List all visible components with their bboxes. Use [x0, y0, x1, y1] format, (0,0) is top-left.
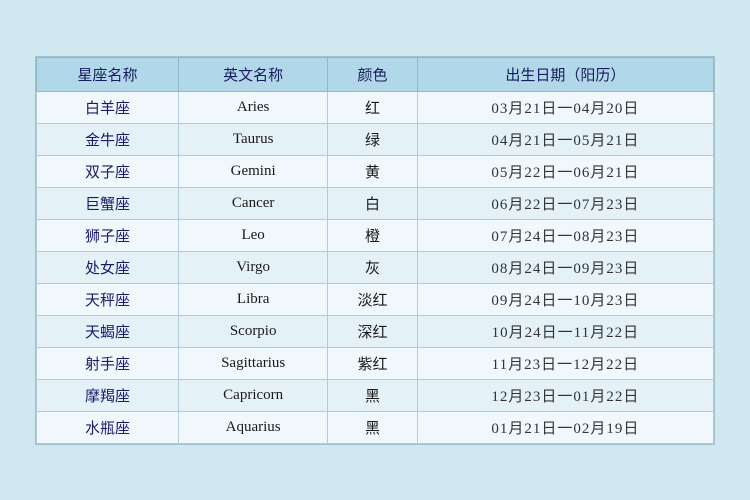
cell-color: 白 — [328, 187, 417, 219]
cell-color: 深红 — [328, 315, 417, 347]
table-row: 摩羯座Capricorn黑12月23日一01月22日 — [37, 379, 714, 411]
table-row: 射手座Sagittarius紫红11月23日一12月22日 — [37, 347, 714, 379]
cell-chinese-name: 天蝎座 — [37, 315, 179, 347]
table-row: 天蝎座Scorpio深红10月24日一11月22日 — [37, 315, 714, 347]
cell-chinese-name: 水瓶座 — [37, 411, 179, 443]
cell-chinese-name: 白羊座 — [37, 91, 179, 123]
cell-color: 灰 — [328, 251, 417, 283]
table-header-row: 星座名称 英文名称 颜色 出生日期（阳历） — [37, 57, 714, 91]
cell-english-name: Sagittarius — [179, 347, 328, 379]
cell-chinese-name: 处女座 — [37, 251, 179, 283]
cell-dates: 03月21日一04月20日 — [417, 91, 713, 123]
zodiac-table-container: 星座名称 英文名称 颜色 出生日期（阳历） 白羊座Aries红03月21日一04… — [35, 56, 715, 445]
cell-dates: 05月22日一06月21日 — [417, 155, 713, 187]
table-row: 天秤座Libra淡红09月24日一10月23日 — [37, 283, 714, 315]
cell-dates: 08月24日一09月23日 — [417, 251, 713, 283]
cell-chinese-name: 金牛座 — [37, 123, 179, 155]
table-row: 处女座Virgo灰08月24日一09月23日 — [37, 251, 714, 283]
cell-english-name: Gemini — [179, 155, 328, 187]
cell-english-name: Cancer — [179, 187, 328, 219]
cell-english-name: Leo — [179, 219, 328, 251]
cell-color: 黑 — [328, 379, 417, 411]
header-dates: 出生日期（阳历） — [417, 57, 713, 91]
cell-chinese-name: 天秤座 — [37, 283, 179, 315]
table-row: 金牛座Taurus绿04月21日一05月21日 — [37, 123, 714, 155]
cell-dates: 07月24日一08月23日 — [417, 219, 713, 251]
cell-chinese-name: 摩羯座 — [37, 379, 179, 411]
cell-chinese-name: 双子座 — [37, 155, 179, 187]
header-color: 颜色 — [328, 57, 417, 91]
cell-dates: 04月21日一05月21日 — [417, 123, 713, 155]
table-row: 巨蟹座Cancer白06月22日一07月23日 — [37, 187, 714, 219]
cell-dates: 12月23日一01月22日 — [417, 379, 713, 411]
cell-english-name: Libra — [179, 283, 328, 315]
cell-dates: 09月24日一10月23日 — [417, 283, 713, 315]
header-chinese-name: 星座名称 — [37, 57, 179, 91]
cell-english-name: Taurus — [179, 123, 328, 155]
cell-color: 淡红 — [328, 283, 417, 315]
cell-dates: 10月24日一11月22日 — [417, 315, 713, 347]
table-body: 白羊座Aries红03月21日一04月20日金牛座Taurus绿04月21日一0… — [37, 91, 714, 443]
cell-color: 黄 — [328, 155, 417, 187]
cell-dates: 01月21日一02月19日 — [417, 411, 713, 443]
table-row: 白羊座Aries红03月21日一04月20日 — [37, 91, 714, 123]
cell-color: 黑 — [328, 411, 417, 443]
cell-chinese-name: 射手座 — [37, 347, 179, 379]
cell-english-name: Aquarius — [179, 411, 328, 443]
cell-color: 橙 — [328, 219, 417, 251]
cell-english-name: Aries — [179, 91, 328, 123]
table-row: 水瓶座Aquarius黑01月21日一02月19日 — [37, 411, 714, 443]
cell-english-name: Scorpio — [179, 315, 328, 347]
cell-color: 绿 — [328, 123, 417, 155]
cell-chinese-name: 狮子座 — [37, 219, 179, 251]
zodiac-table: 星座名称 英文名称 颜色 出生日期（阳历） 白羊座Aries红03月21日一04… — [36, 57, 714, 444]
header-english-name: 英文名称 — [179, 57, 328, 91]
table-row: 狮子座Leo橙07月24日一08月23日 — [37, 219, 714, 251]
cell-dates: 11月23日一12月22日 — [417, 347, 713, 379]
cell-english-name: Capricorn — [179, 379, 328, 411]
cell-dates: 06月22日一07月23日 — [417, 187, 713, 219]
cell-english-name: Virgo — [179, 251, 328, 283]
cell-chinese-name: 巨蟹座 — [37, 187, 179, 219]
cell-color: 紫红 — [328, 347, 417, 379]
table-row: 双子座Gemini黄05月22日一06月21日 — [37, 155, 714, 187]
cell-color: 红 — [328, 91, 417, 123]
